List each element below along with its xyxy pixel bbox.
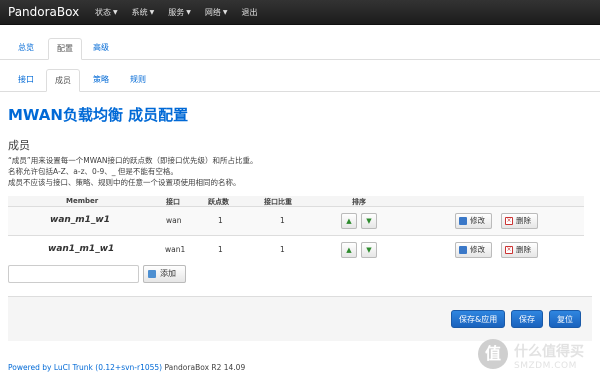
- member-interface: wan1: [165, 245, 186, 254]
- save-button[interactable]: 保存: [511, 310, 543, 328]
- table-header: Member 接口 跃点数 接口比重 排序: [8, 196, 584, 206]
- description-line: 成员不应该与接口、策略、规则中的任意一个设置项使用相同的名称。: [8, 178, 241, 187]
- menu-services[interactable]: 服务 ▼: [168, 7, 191, 18]
- description-line: “成员”用来设置每一个MWAN接口的跃点数（即接口优先级）和所占比重。: [8, 156, 258, 165]
- delete-button[interactable]: × 删除: [501, 213, 538, 229]
- arrow-down-icon: ▼: [366, 246, 372, 254]
- delete-button[interactable]: × 删除: [501, 242, 538, 258]
- menu-network[interactable]: 网络 ▼: [205, 7, 228, 18]
- tab-members[interactable]: 成员: [46, 69, 80, 92]
- caret-down-icon: ▼: [113, 9, 118, 16]
- main-tabs: 总览 配置 高级: [0, 35, 600, 60]
- table-row: wan_m1_w1 wan 1 1 ▲ ▼ 修改 × 删除: [8, 206, 584, 235]
- member-metric: 1: [218, 216, 223, 225]
- brand-logo[interactable]: PandoraBox: [8, 5, 79, 19]
- add-button[interactable]: 添加: [143, 265, 186, 283]
- reset-button[interactable]: 复位: [549, 310, 581, 328]
- move-up-button[interactable]: ▲: [341, 213, 357, 229]
- arrow-up-icon: ▲: [346, 246, 352, 254]
- member-name: wan_m1_w1: [50, 215, 111, 225]
- caret-down-icon: ▼: [222, 9, 228, 16]
- caret-down-icon: ▼: [186, 9, 191, 16]
- tab-config[interactable]: 配置: [48, 38, 82, 60]
- edit-button[interactable]: 修改: [455, 213, 492, 229]
- menu-system[interactable]: 系统 ▼: [132, 7, 155, 18]
- move-down-button[interactable]: ▼: [361, 242, 377, 258]
- menu-logout[interactable]: 退出: [242, 7, 258, 18]
- new-member-input[interactable]: [8, 265, 139, 283]
- firmware-version: PandoraBox R2 14.09: [164, 363, 246, 372]
- tab-advanced[interactable]: 高级: [93, 38, 109, 58]
- member-weight: 1: [280, 245, 285, 254]
- section-title: 成员: [8, 139, 30, 152]
- member-metric: 1: [218, 245, 223, 254]
- tab-policies[interactable]: 策略: [93, 69, 109, 90]
- tab-rules[interactable]: 规则: [130, 69, 146, 90]
- member-name: wan1_m1_w1: [48, 244, 115, 254]
- member-weight: 1: [280, 216, 285, 225]
- main-menu: 状态 ▼ 系统 ▼ 服务 ▼ 网络 ▼ 退出: [95, 7, 272, 18]
- caret-down-icon: ▼: [149, 9, 155, 16]
- top-navbar: PandoraBox 状态 ▼ 系统 ▼ 服务 ▼ 网络 ▼ 退出: [0, 0, 600, 25]
- save-apply-button[interactable]: 保存&应用: [451, 310, 506, 328]
- arrow-up-icon: ▲: [346, 217, 352, 225]
- table-row: wan1_m1_w1 wan1 1 1 ▲ ▼ 修改 × 删除: [8, 235, 584, 264]
- section-description: “成员”用来设置每一个MWAN接口的跃点数（即接口优先级）和所占比重。 名称允许…: [8, 155, 258, 188]
- tab-interfaces[interactable]: 接口: [18, 69, 34, 90]
- edit-icon: [459, 217, 467, 225]
- header-member: Member: [66, 197, 99, 205]
- luci-link[interactable]: Powered by LuCI Trunk (0.12+svn-r1055): [8, 363, 162, 372]
- edit-icon: [459, 246, 467, 254]
- members-table: Member 接口 跃点数 接口比重 排序 wan_m1_w1 wan 1 1 …: [8, 196, 584, 264]
- edit-button[interactable]: 修改: [455, 242, 492, 258]
- tab-overview[interactable]: 总览: [18, 38, 34, 58]
- add-icon: [148, 270, 156, 278]
- move-up-button[interactable]: ▲: [341, 242, 357, 258]
- watermark-logo-icon: 值: [478, 339, 508, 369]
- watermark: 值 什么值得买 SMZDM.COM: [478, 335, 596, 379]
- arrow-down-icon: ▼: [366, 217, 372, 225]
- move-down-button[interactable]: ▼: [361, 213, 377, 229]
- member-interface: wan: [166, 216, 182, 225]
- watermark-url: SMZDM.COM: [514, 361, 577, 371]
- menu-status[interactable]: 状态 ▼: [95, 7, 118, 18]
- delete-icon: ×: [505, 217, 513, 225]
- description-line: 名称允许包括A-Z、a-z、0-9、_ 但是不能有空格。: [8, 167, 178, 176]
- delete-icon: ×: [505, 246, 513, 254]
- sub-tabs: 接口 成员 策略 规则: [0, 67, 600, 92]
- page-title: MWAN负载均衡 成员配置: [8, 106, 189, 124]
- watermark-text: 什么值得买: [514, 344, 584, 360]
- footer: Powered by LuCI Trunk (0.12+svn-r1055) P…: [8, 363, 245, 372]
